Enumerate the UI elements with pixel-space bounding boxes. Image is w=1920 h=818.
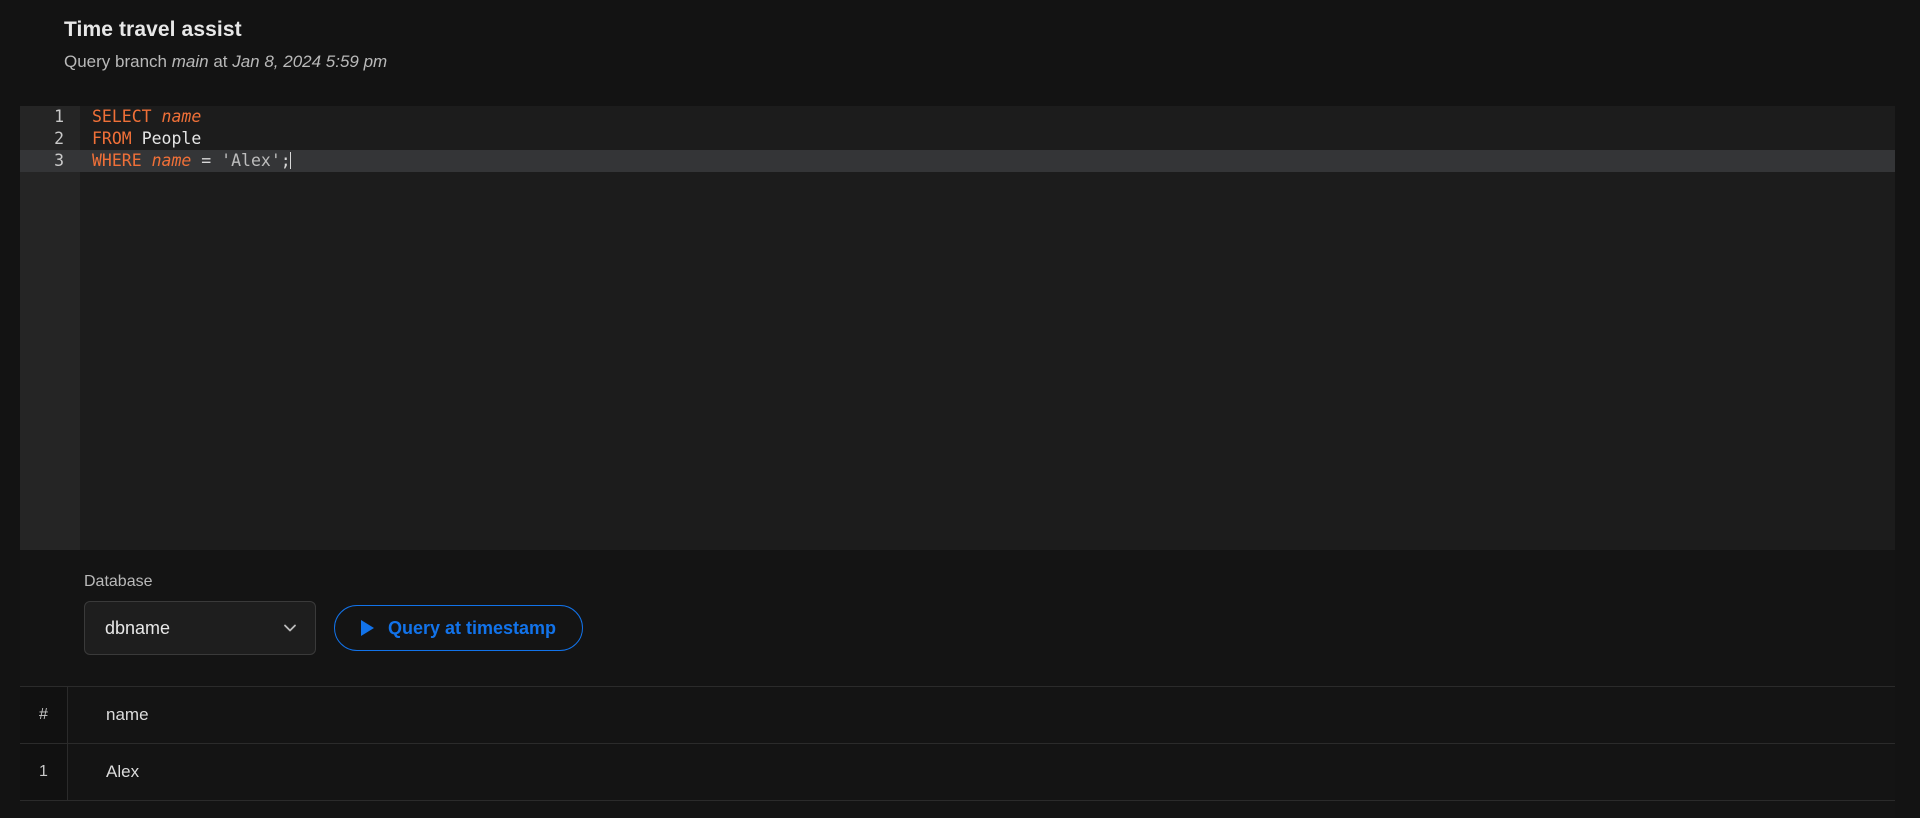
- line-number: 1: [54, 107, 64, 126]
- database-label: Database: [84, 573, 153, 590]
- code-text: SELECT name: [80, 107, 201, 126]
- text-cursor: [289, 152, 292, 169]
- code-line[interactable]: 3 WHERE name = 'Alex';: [20, 150, 1895, 172]
- chevron-down-icon: [281, 619, 299, 637]
- play-icon: [361, 620, 374, 636]
- code-token: People: [141, 129, 202, 148]
- code-token: name: [161, 107, 202, 126]
- results-table: # name 1 Alex: [20, 686, 1895, 801]
- code-line[interactable]: 2 FROM People: [54, 128, 1895, 150]
- column-header-index: #: [20, 687, 68, 743]
- query-context-subtitle: Query branch main at Jan 8, 2024 5:59 pm: [64, 49, 1920, 75]
- table-row[interactable]: 1 Alex: [20, 744, 1895, 801]
- editor-code-area[interactable]: 1 SELECT name 2 FROM People 3 WHERE name = 'A…: [20, 106, 1895, 550]
- line-number: 3: [54, 151, 64, 170]
- database-select[interactable]: dbname: [84, 601, 316, 655]
- query-timestamp: Jan 8, 2024 5:59 pm: [232, 52, 388, 71]
- controls-row: dbname Query at timestamp: [84, 601, 1895, 655]
- page-title: Time travel assist: [64, 18, 242, 41]
- editor-gutter: [20, 106, 80, 550]
- row-index-cell: 1: [20, 744, 68, 800]
- code-token: 'Alex': [221, 151, 281, 170]
- active-line-highlight: [20, 150, 1895, 172]
- editor-controls-bar: Database dbname Query at timestamp: [20, 550, 1895, 686]
- subtitle-mid: at: [208, 52, 233, 71]
- code-token: SELECT: [92, 107, 152, 126]
- code-token: =: [191, 151, 222, 170]
- code-text: WHERE name = 'Alex';: [80, 151, 292, 170]
- content-panel: 1 SELECT name 2 FROM People 3 WHERE name = 'A…: [20, 106, 1895, 818]
- branch-name: main: [171, 52, 209, 71]
- line-number: 2: [54, 129, 64, 148]
- code-line[interactable]: 1 SELECT name: [54, 106, 1895, 128]
- page-header: Time travel assist Query branch main at …: [0, 0, 1920, 75]
- table-header-row: # name: [20, 687, 1895, 744]
- subtitle-prefix: Query branch: [64, 52, 172, 71]
- query-at-timestamp-button[interactable]: Query at timestamp: [334, 605, 584, 651]
- code-token: WHERE: [92, 151, 142, 170]
- code-text: FROM People: [80, 129, 201, 148]
- sql-editor[interactable]: 1 SELECT name 2 FROM People 3 WHERE name = 'A…: [20, 106, 1895, 550]
- database-select-value: dbname: [105, 617, 171, 638]
- code-token: FROM: [92, 129, 132, 148]
- time-travel-assist-page: Time travel assist Query branch main at …: [0, 0, 1920, 818]
- query-at-timestamp-label: Query at timestamp: [388, 617, 557, 638]
- row-name-cell: Alex: [106, 762, 140, 781]
- column-header-name: name: [106, 705, 149, 724]
- code-token: name: [151, 151, 192, 170]
